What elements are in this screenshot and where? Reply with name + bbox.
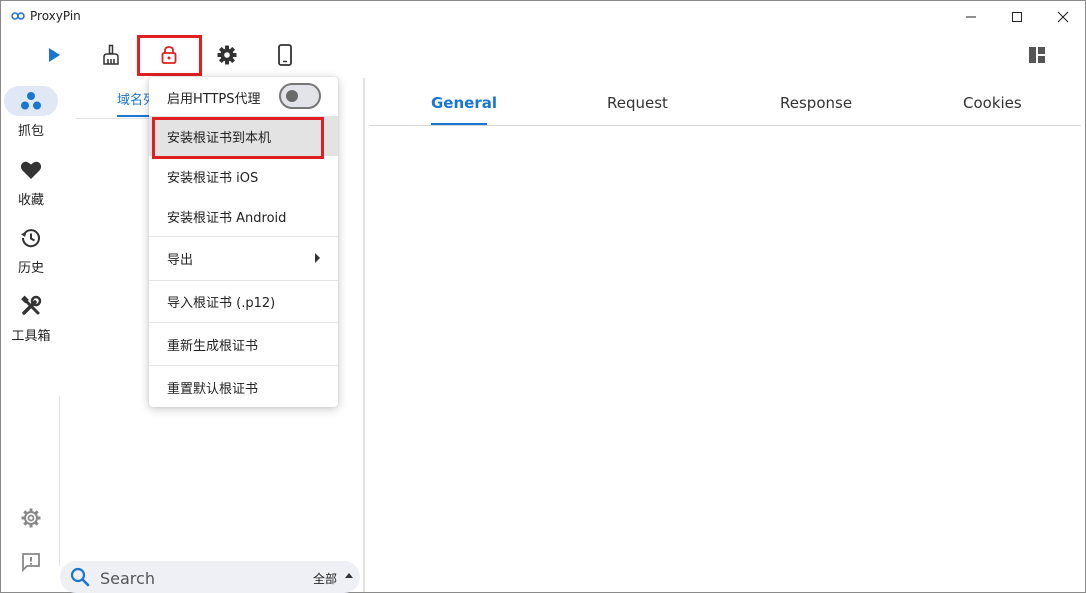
search-input[interactable]: Search <box>100 569 155 588</box>
nav-label: 历史 <box>17 261 44 276</box>
layout-icon <box>1029 47 1045 63</box>
search-icon <box>70 567 90 587</box>
broom-icon <box>103 44 119 65</box>
tab-cookies[interactable]: Cookies <box>963 94 1022 112</box>
menu-item-label: 安装根证书 iOS <box>167 170 259 186</box>
rail-divider <box>59 396 60 566</box>
enable-https-label: 启用HTTPS代理 <box>167 91 261 107</box>
settings-button[interactable] <box>211 39 243 71</box>
nav-label: 抓包 <box>17 124 44 139</box>
menu-item-install-cert-android[interactable]: 安装根证书 Android <box>149 196 338 236</box>
menu-item-regenerate-cert[interactable]: 重新生成根证书 <box>149 324 338 364</box>
filter-dropdown-label[interactable]: 全部 <box>313 570 337 587</box>
pane-splitter[interactable] <box>363 78 365 592</box>
filter-arrow-icon[interactable] <box>345 573 353 578</box>
title-bar: ProxyPin <box>1 1 1085 32</box>
nav-label: 工具箱 <box>11 329 51 344</box>
maximize-icon <box>1012 11 1022 22</box>
menu-item-import-cert[interactable]: 导入根证书 (.p12) <box>149 281 338 321</box>
tab-response[interactable]: Response <box>780 94 852 112</box>
minimize-icon <box>966 16 976 17</box>
nav-item-capture[interactable]: 抓包 <box>1 86 61 139</box>
menu-item-label: 重置默认根证书 <box>167 381 259 397</box>
menu-item-reset-cert[interactable]: 重置默认根证书 <box>149 367 338 407</box>
menu-item-install-cert-ios[interactable]: 安装根证书 iOS <box>149 156 338 196</box>
close-button[interactable] <box>1040 1 1086 32</box>
nav-tools-indicator <box>4 291 58 321</box>
https-button-highlight <box>137 35 202 76</box>
nav-history-indicator <box>4 223 58 253</box>
start-capture-button[interactable] <box>38 39 70 71</box>
app-window: ProxyPin 抓包 收藏 历史 工具箱 域名列 Search 全部 Gene… <box>0 0 1086 593</box>
toggle-knob <box>286 90 298 102</box>
middle-tab-divider <box>76 118 152 119</box>
gear-icon <box>217 45 237 65</box>
feedback-button[interactable] <box>18 549 44 575</box>
tools-icon <box>21 295 42 315</box>
tab-request[interactable]: Request <box>607 94 668 112</box>
menu-divider <box>149 322 338 323</box>
layout-toggle-button[interactable] <box>1021 39 1053 71</box>
mobile-connect-button[interactable] <box>269 39 301 71</box>
nav-label: 收藏 <box>17 193 44 208</box>
https-proxy-toggle[interactable] <box>279 83 321 109</box>
history-icon <box>20 229 40 248</box>
bottom-settings-button[interactable] <box>18 505 44 531</box>
capture-icon <box>21 92 41 110</box>
search-bar[interactable]: Search 全部 <box>60 561 360 593</box>
app-logo-icon <box>11 12 25 20</box>
clear-button[interactable] <box>95 39 127 71</box>
submenu-arrow-icon <box>315 253 320 263</box>
feedback-icon <box>22 553 40 572</box>
nav-item-favorites[interactable]: 收藏 <box>1 155 61 208</box>
app-title: ProxyPin <box>30 9 81 23</box>
menu-item-label: 导出 <box>167 252 194 268</box>
nav-favorites-indicator <box>4 155 58 185</box>
tab-general[interactable]: General <box>431 94 497 112</box>
phone-icon <box>278 44 292 66</box>
detail-tabs-divider <box>369 125 1081 126</box>
nav-item-history[interactable]: 历史 <box>1 223 61 276</box>
gear-icon <box>21 508 41 528</box>
menu-item-export[interactable]: 导出 <box>149 238 338 278</box>
nav-capture-indicator <box>4 86 58 116</box>
close-icon <box>1057 11 1069 22</box>
menu-item-label: 安装根证书 Android <box>167 210 287 226</box>
heart-icon <box>20 161 42 179</box>
minimize-button[interactable] <box>948 1 994 32</box>
nav-item-tools[interactable]: 工具箱 <box>1 291 61 344</box>
menu-item-enable-https[interactable]: 启用HTTPS代理 <box>149 77 338 117</box>
maximize-button[interactable] <box>994 1 1040 32</box>
install-cert-highlight <box>152 117 324 159</box>
menu-item-label: 导入根证书 (.p12) <box>167 295 276 311</box>
menu-divider <box>149 236 338 237</box>
domain-tab-indicator <box>117 115 151 117</box>
menu-item-label: 重新生成根证书 <box>167 338 259 354</box>
menu-divider <box>149 365 338 366</box>
play-icon <box>49 48 60 62</box>
